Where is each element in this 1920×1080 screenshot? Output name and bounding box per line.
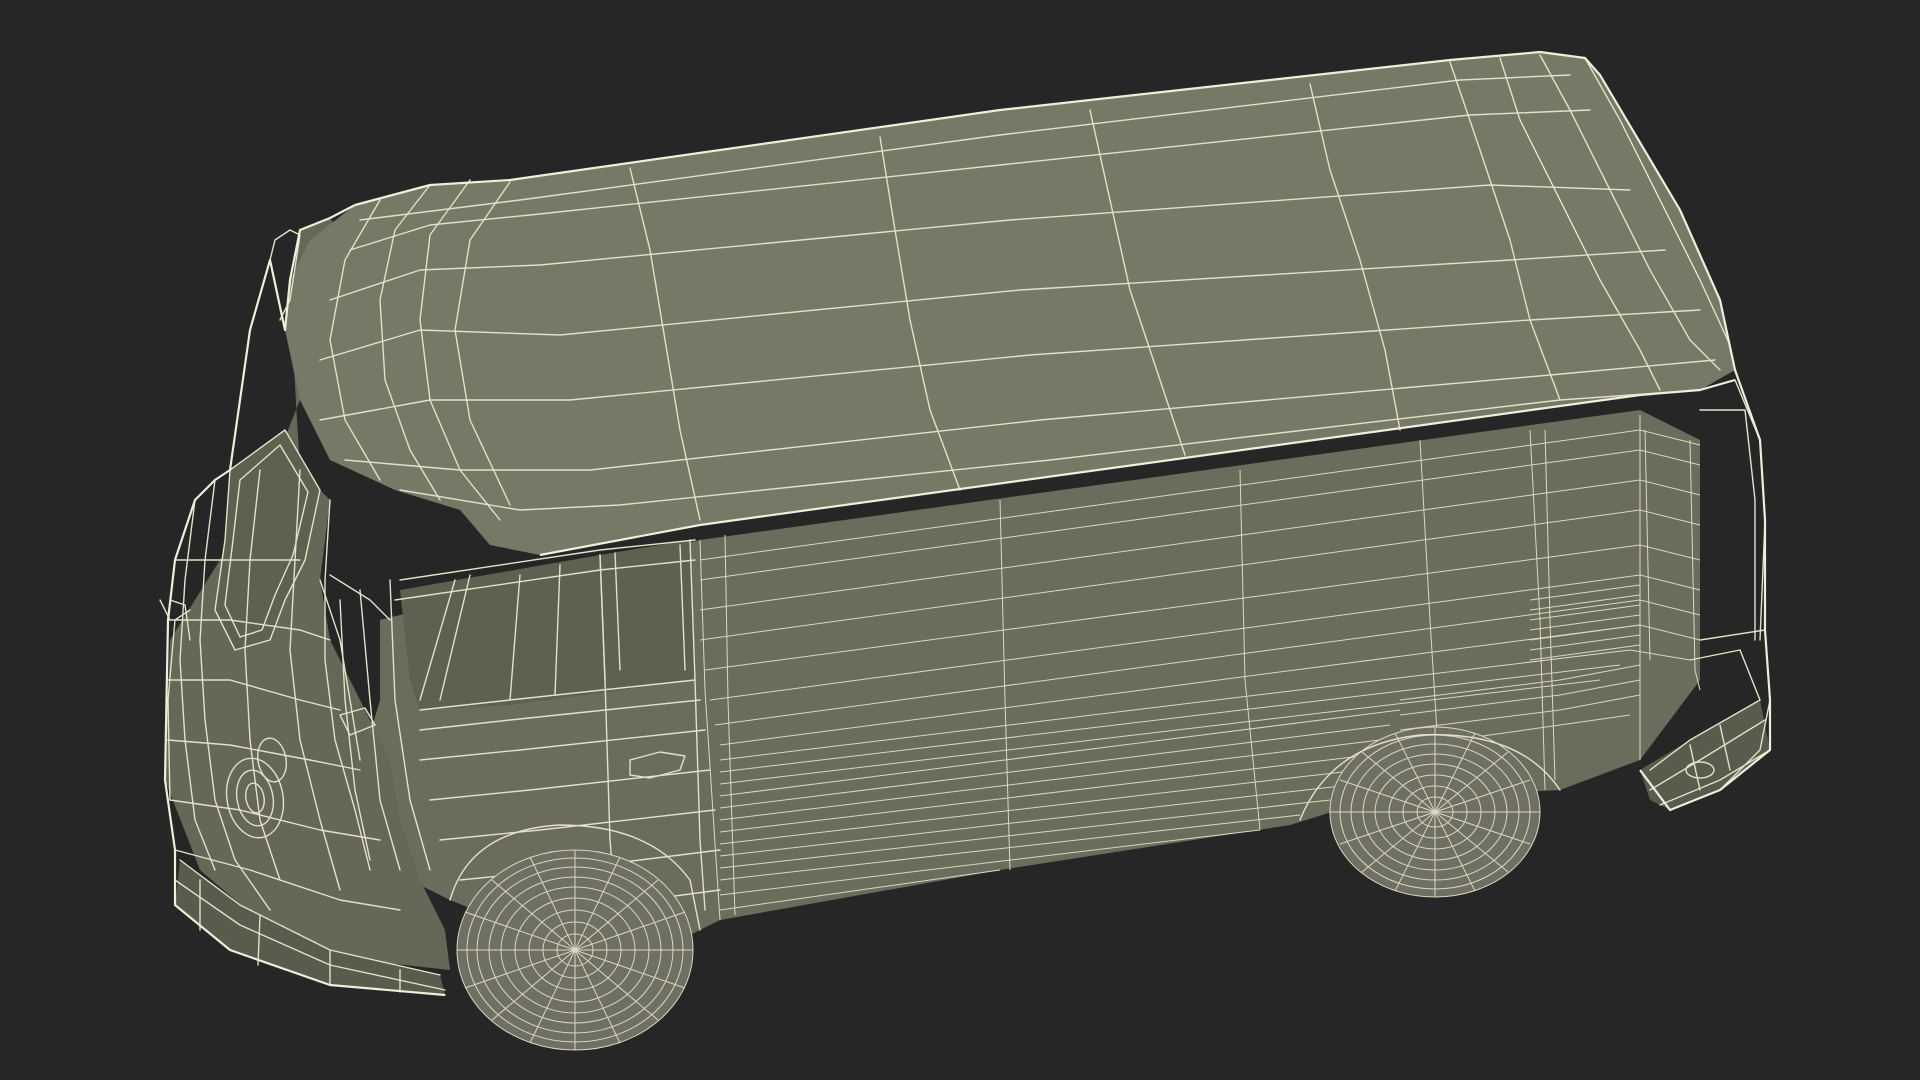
van-wireframe-icon xyxy=(159,50,1772,1051)
rear-wheel xyxy=(1329,726,1541,898)
front-wheel xyxy=(456,849,694,1051)
model-viewport xyxy=(0,0,1920,1080)
